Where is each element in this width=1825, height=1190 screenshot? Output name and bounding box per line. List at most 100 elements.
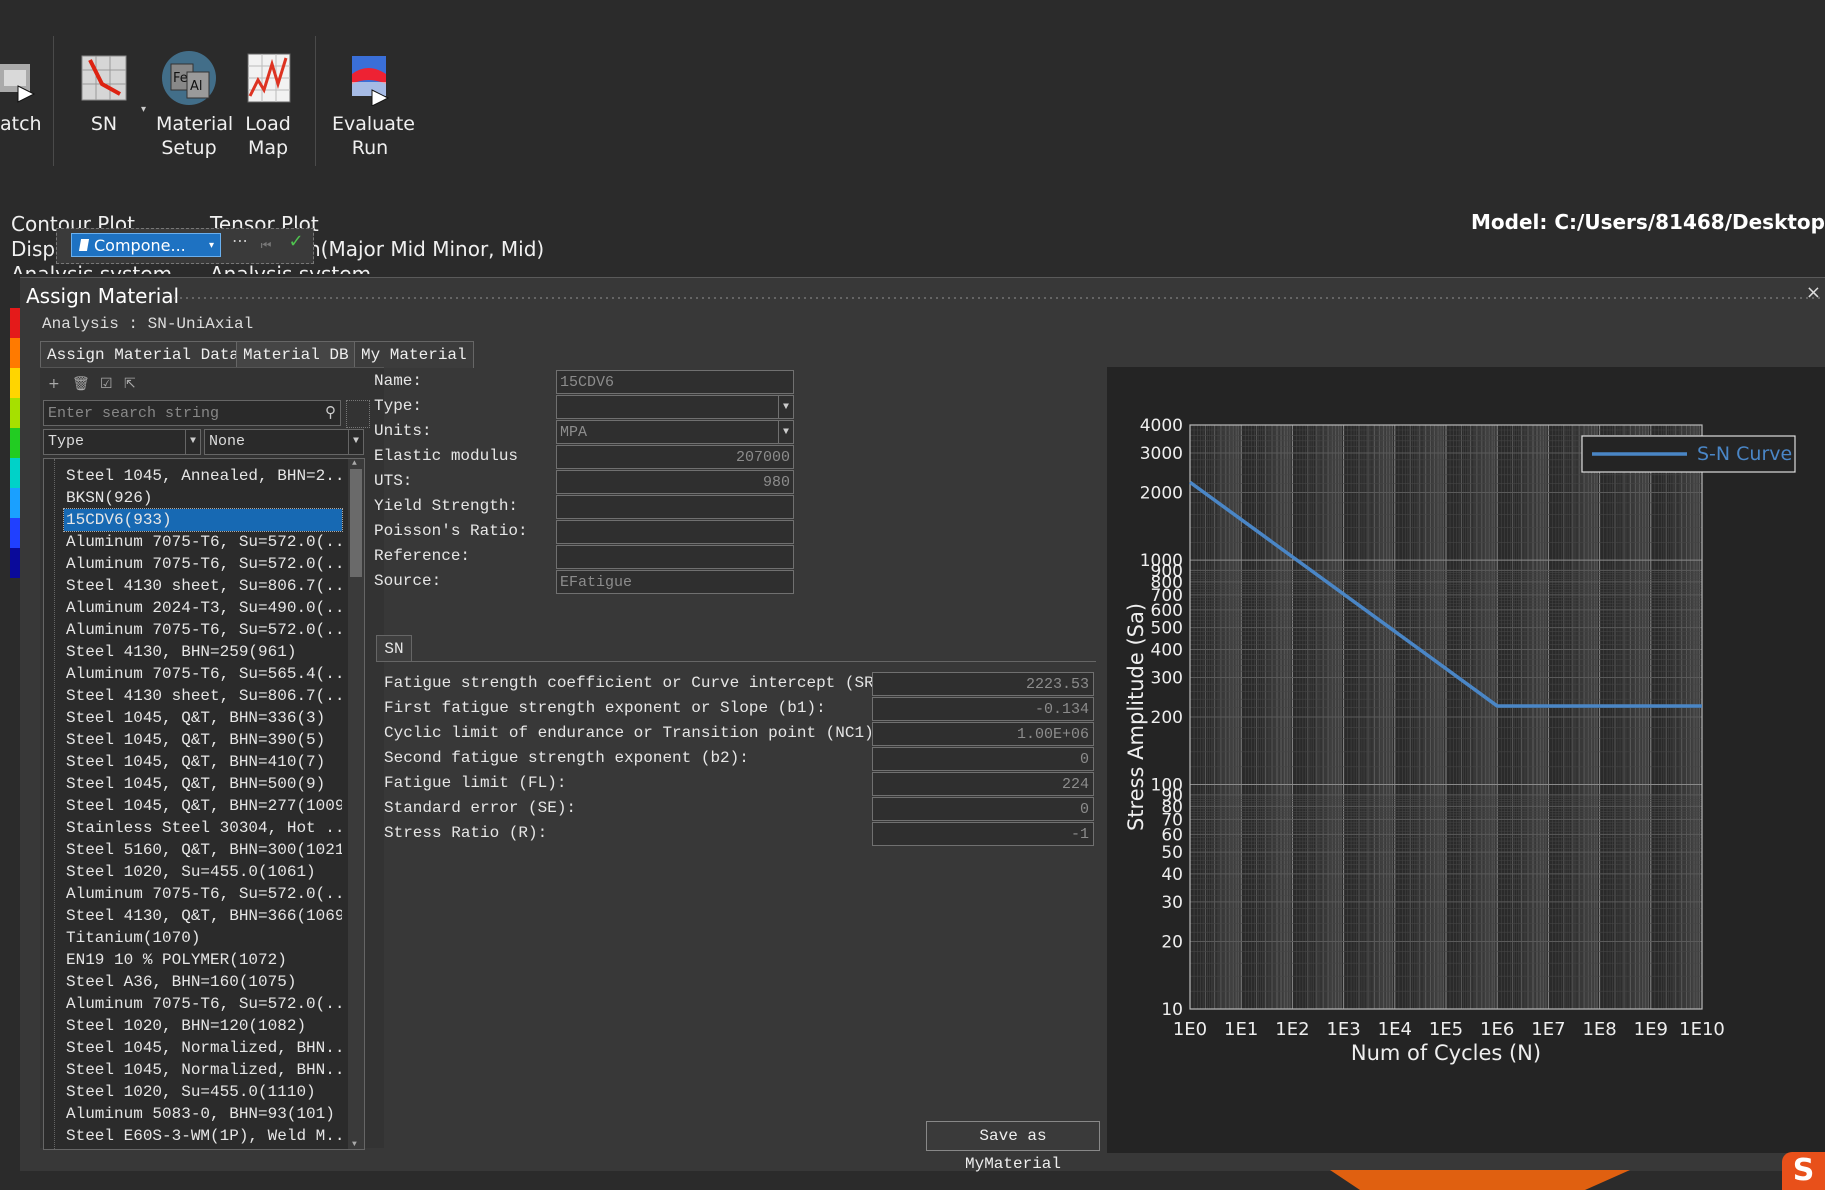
check-icon[interactable]: ☑ bbox=[100, 376, 113, 392]
list-item[interactable]: Steel 1045, Q&T, BHN=336(3) bbox=[64, 707, 342, 729]
x-tick-label: 1E0 bbox=[1173, 1019, 1207, 1040]
list-item[interactable]: 15CDV6(933) bbox=[63, 508, 343, 532]
reference-field[interactable] bbox=[556, 545, 794, 569]
list-item[interactable]: Aluminum 7075-T6, Su=572.0(... bbox=[64, 553, 342, 575]
filter-type-select[interactable]: Type ▼ bbox=[43, 429, 201, 455]
y-tick-label: 400 bbox=[1151, 640, 1183, 660]
sn-param-field[interactable]: -0.134 bbox=[872, 697, 1094, 721]
chevron-down-icon: ▼ bbox=[348, 430, 363, 454]
list-item[interactable]: Steel E60S-3-WM(2P), Weld M... bbox=[64, 1147, 342, 1149]
tab-my-material[interactable]: My Material bbox=[354, 341, 474, 368]
list-item[interactable]: Steel 1045, Normalized, BHN... bbox=[64, 1059, 342, 1081]
legend-label: S-N Curve bbox=[1697, 443, 1792, 465]
x-tick-label: 1E6 bbox=[1480, 1019, 1514, 1040]
list-item[interactable]: Steel 4130, Q&T, BHN=366(1069) bbox=[64, 905, 342, 927]
evaluate-label-1: Evaluate bbox=[332, 113, 415, 135]
tab-material-db[interactable]: Material DB bbox=[236, 341, 356, 368]
evaluate-run-button[interactable]: Evaluate Run bbox=[332, 50, 415, 160]
list-scrollbar[interactable]: ▲ ▼ bbox=[348, 459, 364, 1149]
list-item[interactable]: Steel 4130, BHN=259(961) bbox=[64, 641, 342, 663]
add-icon[interactable]: + bbox=[48, 376, 60, 392]
poissons-ratio-field[interactable] bbox=[556, 520, 794, 544]
name-label: Name: bbox=[374, 372, 423, 390]
list-item[interactable]: Steel 4130 sheet, Su=806.7(... bbox=[64, 575, 342, 597]
units-select[interactable]: MPA ▼ bbox=[556, 420, 794, 444]
filter-value-select[interactable]: None ▼ bbox=[204, 429, 364, 455]
delete-icon[interactable]: 🗑 bbox=[72, 376, 90, 392]
yield-strength-field[interactable] bbox=[556, 495, 794, 519]
component-selector-toolbar: Compone... ▾ ⋯ ⏮ ✓ bbox=[56, 228, 314, 264]
app-logo-icon: S bbox=[1782, 1152, 1825, 1190]
list-item[interactable]: Steel 1045, Annealed, BHN=2... bbox=[64, 465, 342, 487]
list-item[interactable]: Aluminum 7075-T6, Su=572.0(... bbox=[64, 883, 342, 905]
material-list[interactable]: Steel 1045, Annealed, BHN=2... BKSN(926) 1… bbox=[43, 458, 365, 1150]
sn-param-label: Fatigue limit (FL): bbox=[384, 774, 567, 792]
scroll-thumb[interactable] bbox=[350, 469, 362, 577]
list-item[interactable]: Steel 1045, Q&T, BHN=500(9) bbox=[64, 773, 342, 795]
x-tick-label: 1E9 bbox=[1634, 1019, 1668, 1040]
dialog-drag-handle[interactable] bbox=[172, 296, 1822, 300]
sn-param-field[interactable]: -1 bbox=[872, 822, 1094, 846]
list-item[interactable]: Steel 4130 sheet, Su=806.7(... bbox=[64, 685, 342, 707]
list-item[interactable]: Stainless Steel 30304, Hot ... bbox=[64, 817, 342, 839]
list-item[interactable]: Steel 1020, Su=455.0(1110) bbox=[64, 1081, 342, 1103]
load-map-button[interactable]: Load Map bbox=[228, 50, 308, 160]
list-item[interactable]: Aluminum 7075-T6, Su=572.0(... bbox=[64, 993, 342, 1015]
sn-param-field[interactable]: 0 bbox=[872, 797, 1094, 821]
uts-field[interactable]: 980 bbox=[556, 470, 794, 494]
name-field[interactable]: 15CDV6 bbox=[556, 370, 794, 394]
y-tick-label: 40 bbox=[1161, 865, 1183, 885]
batch-icon bbox=[0, 50, 40, 106]
tab-sn[interactable]: SN bbox=[376, 635, 412, 662]
x-tick-label: 1E2 bbox=[1275, 1019, 1309, 1040]
sn-param-label: Second fatigue strength exponent (b2): bbox=[384, 749, 749, 767]
list-item[interactable]: Aluminum 7075-T6, Su=572.0(... bbox=[64, 531, 342, 553]
list-item[interactable]: Steel 1045, Q&T, BHN=390(5) bbox=[64, 729, 342, 751]
list-item[interactable]: Steel A36, BHN=160(1075) bbox=[64, 971, 342, 993]
search-options-button[interactable] bbox=[346, 400, 370, 428]
list-item[interactable]: Steel E60S-3-WM(1P), Weld M... bbox=[64, 1125, 342, 1147]
list-item[interactable]: Aluminum 2024-T3, Su=490.0(... bbox=[64, 597, 342, 619]
sn-button[interactable]: SN bbox=[76, 50, 132, 136]
type-select[interactable]: ▼ bbox=[556, 395, 794, 419]
list-item[interactable]: EN19 10 % POLYMER(1072) bbox=[64, 949, 342, 971]
sn-param-field[interactable]: 2223.53 bbox=[872, 672, 1094, 696]
svg-text:Fe: Fe bbox=[173, 71, 188, 86]
list-item[interactable]: Steel 1045, Q&T, BHN=277(1009) bbox=[64, 795, 342, 817]
more-options-icon[interactable]: ⋯ bbox=[229, 231, 251, 259]
list-item[interactable]: Titanium(1070) bbox=[64, 927, 342, 949]
sn-param-field[interactable]: 0 bbox=[872, 747, 1094, 771]
list-item[interactable]: Steel 1045, Q&T, BHN=410(7) bbox=[64, 751, 342, 773]
save-as-mymaterial-button[interactable]: Save as MyMaterial bbox=[926, 1121, 1100, 1173]
list-item[interactable]: Aluminum 7075-T6, Su=572.0(... bbox=[64, 619, 342, 641]
chevron-down-icon: ▼ bbox=[778, 396, 793, 418]
elastic-modulus-field[interactable]: 207000 bbox=[556, 445, 794, 469]
reset-icon[interactable]: ⏮ bbox=[255, 231, 277, 259]
scroll-up-icon[interactable]: ▲ bbox=[352, 459, 357, 468]
batch-button[interactable]: atch bbox=[0, 50, 42, 136]
sn-param-field[interactable]: 1.00E+06 bbox=[872, 722, 1094, 746]
list-item[interactable]: BKSN(926) bbox=[64, 487, 342, 509]
list-item[interactable]: Steel 5160, Q&T, BHN=300(1021) bbox=[64, 839, 342, 861]
dialog-title: Assign Material bbox=[26, 284, 180, 308]
list-item[interactable]: Steel 1020, BHN=120(1082) bbox=[64, 1015, 342, 1037]
list-item[interactable]: Steel 1045, Normalized, BHN... bbox=[64, 1037, 342, 1059]
export-icon[interactable]: ⇱ bbox=[124, 376, 136, 392]
list-item[interactable]: Aluminum 5083-0, BHN=93(101) bbox=[64, 1103, 342, 1125]
list-item[interactable]: Steel 1020, Su=455.0(1061) bbox=[64, 861, 342, 883]
confirm-check-icon[interactable]: ✓ bbox=[285, 231, 307, 259]
component-selector-button[interactable]: Compone... ▾ bbox=[71, 233, 221, 257]
material-setup-button[interactable]: Fe Al Material Setup bbox=[156, 50, 233, 160]
list-item[interactable]: Aluminum 7075-T6, Su=565.4(... bbox=[64, 663, 342, 685]
search-input[interactable]: Enter search string ⚲ bbox=[43, 400, 341, 426]
tree-guide bbox=[54, 459, 56, 1149]
sn-dropdown-icon[interactable]: ▾ bbox=[141, 104, 146, 115]
close-icon[interactable]: × bbox=[1806, 282, 1821, 303]
tab-assign-material-data[interactable]: Assign Material Data bbox=[40, 341, 247, 368]
source-field[interactable]: EFatigue bbox=[556, 570, 794, 594]
y-tick-label: 200 bbox=[1151, 708, 1183, 728]
filter-value-value: None bbox=[209, 433, 246, 450]
sn-param-label: Standard error (SE): bbox=[384, 799, 577, 817]
scroll-down-icon[interactable]: ▼ bbox=[352, 1140, 357, 1149]
sn-param-field[interactable]: 224 bbox=[872, 772, 1094, 796]
